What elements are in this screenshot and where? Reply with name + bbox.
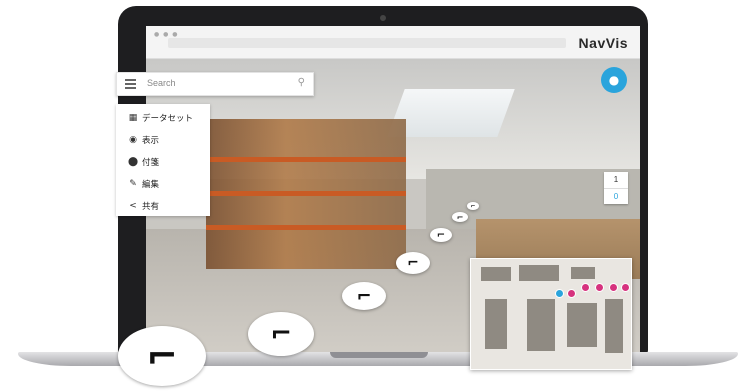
arrow-glyph: ⌐ <box>436 229 446 241</box>
rack-beam <box>206 191 406 196</box>
poi-marker[interactable] <box>567 289 576 298</box>
search-icon[interactable]: ⚲ <box>298 77 305 88</box>
floor-switcher: 1 0 <box>604 172 628 204</box>
share-icon: < <box>129 201 137 211</box>
floor-button-upper[interactable]: 1 <box>604 172 628 189</box>
arrow-glyph: ⌐ <box>407 255 419 271</box>
dataset-icon: ▦ <box>128 113 138 123</box>
laptop-notch <box>330 352 428 358</box>
map-structure <box>485 299 507 349</box>
arrow-glyph: ⌐ <box>456 212 464 222</box>
window-controls[interactable]: ● ● ● <box>154 31 179 38</box>
minimap[interactable] <box>470 258 632 370</box>
skylight <box>387 89 515 137</box>
navvis-logo: NavVis <box>578 35 628 51</box>
nav-arrow-icon[interactable]: ⌐ <box>452 212 468 222</box>
menu-item-datasets[interactable]: ▦ データセット <box>116 107 210 129</box>
menu-item-share[interactable]: < 共有 <box>116 195 210 217</box>
menu-item-label: 共有 <box>142 201 160 211</box>
nav-arrow-icon[interactable]: ⌐ <box>396 252 430 274</box>
map-structure <box>605 299 623 353</box>
menu-item-edit[interactable]: ✎ 編集 <box>116 173 210 195</box>
map-structure <box>571 267 595 279</box>
pin-icon: ⬤ <box>127 157 139 167</box>
user-icon: ● <box>608 73 620 87</box>
address-bar[interactable] <box>168 38 566 48</box>
menu-item-label: 表示 <box>142 135 160 145</box>
arrow-glyph: ⌐ <box>470 202 476 210</box>
menu-item-notes[interactable]: ⬤ 付箋 <box>116 151 210 173</box>
hamburger-menu-icon[interactable] <box>125 79 136 89</box>
map-structure <box>519 265 559 281</box>
nav-arrow-icon[interactable]: ⌐ <box>467 202 479 210</box>
map-structure <box>481 267 511 281</box>
poi-marker[interactable] <box>595 283 604 292</box>
poi-marker[interactable] <box>609 283 618 292</box>
menu-item-label: 編集 <box>142 179 160 189</box>
webcam <box>380 15 386 21</box>
arrow-glyph: ⌐ <box>356 285 372 307</box>
rack-beam <box>206 225 406 230</box>
search-bar[interactable]: Search ⚲ <box>116 72 314 96</box>
map-structure <box>527 299 555 351</box>
eye-icon: ◉ <box>129 135 137 145</box>
search-input[interactable]: Search <box>147 78 176 88</box>
poi-marker[interactable] <box>621 283 630 292</box>
menu-item-view[interactable]: ◉ 表示 <box>116 129 210 151</box>
user-account-button[interactable]: ● <box>601 67 627 93</box>
arrow-glyph: ⌐ <box>146 334 178 378</box>
nav-arrow-icon[interactable]: ⌐ <box>118 326 206 386</box>
side-menu: ▦ データセット ◉ 表示 ⬤ 付箋 ✎ 編集 < 共有 <box>116 104 210 216</box>
menu-item-label: 付箋 <box>142 157 160 167</box>
poi-marker[interactable] <box>581 283 590 292</box>
floor-button-lower[interactable]: 0 <box>604 189 628 205</box>
pencil-icon: ✎ <box>129 179 137 189</box>
nav-arrow-icon[interactable]: ⌐ <box>248 312 314 356</box>
arrow-glyph: ⌐ <box>270 319 292 349</box>
current-position-marker[interactable] <box>555 289 564 298</box>
nav-arrow-icon[interactable]: ⌐ <box>430 228 452 242</box>
menu-item-label: データセット <box>142 113 194 123</box>
map-structure <box>567 303 597 347</box>
browser-bar: ● ● ● NavVis <box>146 26 640 59</box>
nav-arrow-icon[interactable]: ⌐ <box>342 282 386 310</box>
rack-beam <box>206 157 406 162</box>
